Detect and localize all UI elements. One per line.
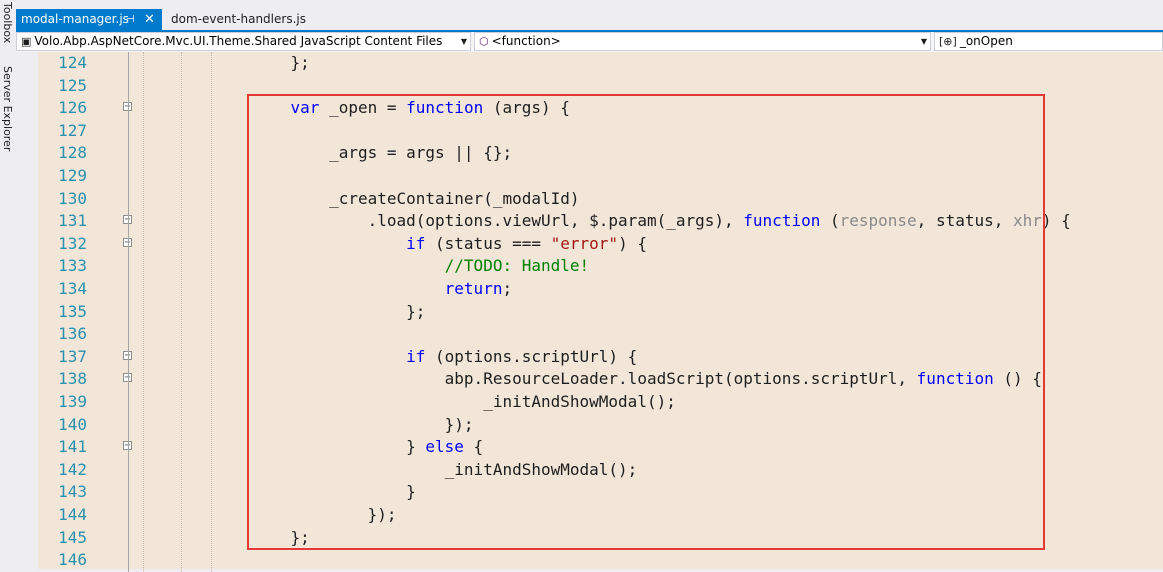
indent-guide: [181, 52, 182, 572]
code-text: }: [252, 482, 416, 502]
code-text: if (options.scriptUrl) {: [406, 346, 638, 366]
line-number: 131: [58, 211, 87, 231]
project-dropdown[interactable]: ▣ Volo.Abp.AspNetCore.Mvc.UI.Theme.Shared…: [16, 32, 471, 51]
line-number: 140: [58, 414, 87, 434]
code-editor[interactable]: 124 }; 125 126− var _open = function (args…: [16, 52, 1163, 572]
code-line[interactable]: 135 };: [16, 301, 1163, 324]
line-number: 124: [58, 53, 87, 72]
project-dropdown-label: Volo.Abp.AspNetCore.Mvc.UI.Theme.Shared …: [34, 34, 443, 48]
code-line[interactable]: 140 });: [16, 414, 1163, 437]
code-line[interactable]: 130 _createContainer(_modalId): [16, 188, 1163, 211]
member-dropdown[interactable]: [⊕] _onOpen: [934, 32, 1163, 51]
code-line[interactable]: 138− abp.ResourceLoader.loadScript(optio…: [16, 368, 1163, 391]
code-line[interactable]: 133 //TODO: Handle!: [16, 255, 1163, 278]
line-number: 143: [58, 482, 87, 502]
code-text: _initAndShowModal();: [252, 392, 676, 411]
code-text: _createContainer(_modalId): [252, 188, 580, 208]
line-number: 129: [58, 166, 87, 185]
tab-label: dom-event-handlers.js: [171, 12, 306, 26]
line-number: 137: [58, 346, 87, 366]
scope-dropdown[interactable]: ⬡ <function> ▼: [474, 32, 931, 51]
document-tab-bar: modal-manager.js ⊣ ✕ dom-event-handlers.…: [16, 0, 1163, 32]
code-line[interactable]: 144 });: [16, 504, 1163, 527]
line-number: 146: [58, 550, 87, 570]
code-text: if (status === "error") {: [406, 233, 647, 253]
function-cube-icon: ⬡: [479, 35, 489, 48]
scope-dropdown-label: <function>: [491, 34, 561, 48]
code-text: _initAndShowModal();: [252, 459, 638, 479]
code-text: _args = args || {};: [252, 143, 513, 163]
tab-dom-event-handlers[interactable]: dom-event-handlers.js: [166, 9, 311, 30]
code-line[interactable]: 127: [16, 120, 1163, 143]
code-line[interactable]: 139 _initAndShowModal();: [16, 391, 1163, 414]
indent-guide: [211, 52, 212, 572]
code-text: //TODO: Handle!: [444, 256, 590, 276]
code-line[interactable]: 124 };: [16, 52, 1163, 75]
code-text: });: [252, 505, 397, 524]
line-number: 127: [58, 120, 87, 140]
pin-icon[interactable]: ⊣: [126, 9, 135, 30]
code-line[interactable]: 137− if (options.scriptUrl) {: [16, 346, 1163, 369]
code-text: });: [252, 414, 474, 434]
code-text: };: [252, 301, 426, 321]
code-line[interactable]: 126− var _open = function (args) {: [16, 97, 1163, 120]
line-number: 128: [58, 143, 87, 163]
code-line[interactable]: 129: [16, 165, 1163, 188]
line-number: 145: [58, 527, 87, 547]
code-line[interactable]: 132− if (status === "error") {: [16, 233, 1163, 256]
code-line[interactable]: 134 return;: [16, 278, 1163, 301]
close-icon[interactable]: ✕: [144, 9, 155, 30]
line-number: 141: [58, 437, 87, 457]
toolbox-panel-tab[interactable]: Toolbox: [0, 2, 15, 43]
code-line[interactable]: 125: [16, 75, 1163, 98]
code-line[interactable]: 131− .load(options.viewUrl, $.param(_arg…: [16, 210, 1163, 233]
code-text: var _open = function (args) {: [290, 98, 570, 118]
line-number: 135: [58, 301, 87, 321]
code-text: };: [252, 527, 310, 547]
code-line[interactable]: 136: [16, 323, 1163, 346]
side-tool-strip: Toolbox Server Explorer: [0, 0, 17, 569]
code-line[interactable]: 145 };: [16, 527, 1163, 550]
line-number: 134: [58, 279, 87, 298]
code-text: .load(options.viewUrl, $.param(_args), f…: [252, 211, 1071, 231]
line-number: 133: [58, 256, 87, 276]
code-text: } else {: [252, 437, 484, 457]
code-line[interactable]: 142 _initAndShowModal();: [16, 459, 1163, 482]
line-number: 139: [58, 392, 87, 411]
code-text: abp.ResourceLoader.loadScript(options.sc…: [252, 369, 1042, 389]
indent-guide: [143, 52, 144, 572]
server-explorer-panel-tab[interactable]: Server Explorer: [0, 66, 15, 151]
chevron-down-icon: ▼: [920, 37, 927, 46]
line-number: 138: [58, 369, 87, 389]
line-number: 144: [58, 505, 87, 524]
line-number: 125: [58, 75, 87, 95]
line-number: 126: [58, 98, 87, 118]
code-text: };: [252, 53, 310, 72]
code-line[interactable]: 128 _args = args || {};: [16, 142, 1163, 165]
chevron-down-icon: ▼: [460, 37, 467, 46]
field-icon: [⊕]: [939, 35, 957, 48]
outline-margin-line: [128, 52, 129, 572]
tab-modal-manager[interactable]: modal-manager.js ⊣ ✕: [16, 9, 162, 30]
line-number: 136: [58, 324, 87, 344]
code-line[interactable]: 143 }: [16, 481, 1163, 504]
code-text: return;: [444, 279, 513, 298]
tab-label: modal-manager.js: [21, 12, 129, 26]
code-line[interactable]: 141− } else {: [16, 436, 1163, 459]
code-line[interactable]: 146: [16, 549, 1163, 572]
project-icon: ▣: [21, 35, 32, 48]
line-number: 142: [58, 459, 87, 479]
member-dropdown-label: _onOpen: [959, 34, 1013, 48]
navigation-bar: ▣ Volo.Abp.AspNetCore.Mvc.UI.Theme.Shared…: [16, 32, 1163, 53]
line-number: 130: [58, 188, 87, 208]
line-number: 132: [58, 233, 87, 253]
